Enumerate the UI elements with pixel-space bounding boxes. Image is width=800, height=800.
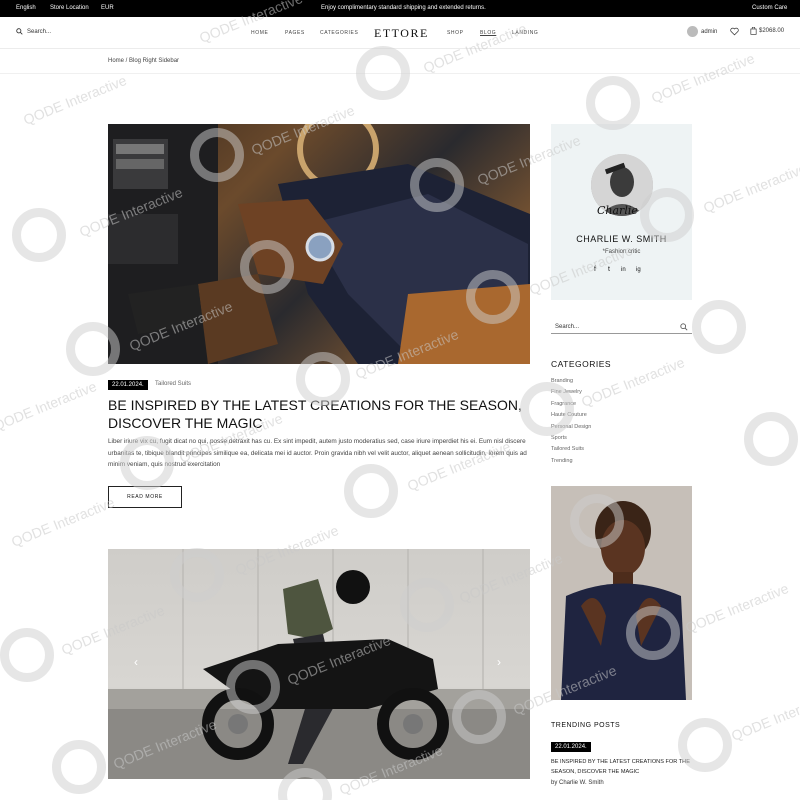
author-signature: Charlie <box>597 204 638 217</box>
author-widget: Charlie CHARLIE W. SMITH *Fashion critic… <box>551 124 692 300</box>
read-more-button[interactable]: READ MORE <box>108 486 182 508</box>
slider-next-arrow[interactable]: › <box>497 655 501 669</box>
nav-shop[interactable]: SHOP <box>447 30 464 36</box>
top-bar: English Store Location EUR Enjoy complim… <box>0 0 800 17</box>
category-item-haute-couture[interactable]: Haute Couture <box>551 410 591 421</box>
breadcrumb: Home / Blog Right Sidebar <box>108 58 180 64</box>
model-portrait-illustration <box>551 486 692 700</box>
avatar <box>687 26 698 37</box>
nav-categories[interactable]: CATEGORIES <box>320 30 358 36</box>
main-header: Search... HOME PAGES CATEGORIES ETTORE S… <box>0 17 800 49</box>
categories-heading: CATEGORIES <box>551 359 612 369</box>
watermark-text: QODE Interactive <box>700 160 800 216</box>
cart-total: $2068.00 <box>759 28 785 34</box>
watermark-logo <box>12 208 66 262</box>
wishlist-heart-icon[interactable] <box>730 27 739 36</box>
post-gallery-slider[interactable] <box>108 549 530 779</box>
category-item-trending[interactable]: Trending <box>551 456 591 467</box>
store-location-link[interactable]: Store Location <box>50 5 89 11</box>
instagram-icon[interactable]: ig <box>636 267 641 273</box>
watermark-text: QODE Interactive <box>8 494 117 550</box>
car-interior-illustration <box>108 124 530 364</box>
post-excerpt: Liber iriure vix cu, fugit dicat no qui,… <box>108 438 527 468</box>
author-role: *Fashion critic <box>602 249 641 255</box>
watermark-logo <box>0 628 54 682</box>
cart-button[interactable]: $2068.00 <box>750 27 784 35</box>
trending-posts-heading: TRENDING POSTS <box>551 722 621 729</box>
watermark-text: QODE Interactive <box>682 580 791 636</box>
watermark-text: QODE Interactive <box>648 50 757 106</box>
watermark-logo <box>692 300 746 354</box>
trending-date-badge: 22.01.2024. <box>551 742 591 752</box>
category-item-fragrance[interactable]: Fragrance <box>551 399 591 410</box>
divider <box>0 73 800 74</box>
user-account[interactable]: admin <box>687 26 717 37</box>
user-name: admin <box>701 28 718 35</box>
watermark-logo <box>52 740 106 794</box>
category-item-personal-design[interactable]: Personal Design <box>551 422 591 433</box>
watermark-text: QODE Interactive <box>20 72 129 128</box>
sidebar-banner-image[interactable] <box>551 486 692 700</box>
post-date-badge: 22.01.2024. <box>108 380 148 390</box>
watermark-text: QODE Interactive <box>0 378 99 434</box>
search-label: Search... <box>27 28 52 35</box>
nav-pages[interactable]: PAGES <box>285 30 305 36</box>
sidebar-search-input[interactable]: Search... <box>551 320 692 334</box>
nav-blog[interactable]: BLOG <box>480 30 496 36</box>
post-category-link[interactable]: Tailored Suits <box>155 381 191 387</box>
category-item-fine-jewelry[interactable]: Fine Jewelry <box>551 387 591 398</box>
promo-text: Enjoy complimentary standard shipping an… <box>321 5 486 11</box>
categories-list: Branding Fine Jewelry Fragrance Haute Co… <box>551 376 591 467</box>
watermark-logo <box>586 76 640 130</box>
category-item-tailored-suits[interactable]: Tailored Suits <box>551 444 591 455</box>
slider-prev-arrow[interactable]: ‹ <box>134 655 138 669</box>
shopping-bag-icon <box>750 27 757 35</box>
nav-landing[interactable]: LANDING <box>512 30 538 36</box>
linkedin-icon[interactable]: in <box>621 267 626 273</box>
nav-home[interactable]: HOME <box>251 30 268 36</box>
sidebar-search-placeholder: Search... <box>555 324 580 330</box>
twitter-icon[interactable]: t <box>608 266 610 273</box>
category-item-branding[interactable]: Branding <box>551 376 591 387</box>
category-item-sports[interactable]: Sports <box>551 433 591 444</box>
site-logo[interactable]: ETTORE <box>374 26 429 41</box>
post-featured-image[interactable] <box>108 124 530 364</box>
custom-care-link[interactable]: Custom Care <box>752 5 787 11</box>
author-name: CHARLIE W. SMITH <box>576 234 667 244</box>
watermark-text: QODE Interactive <box>728 688 800 744</box>
facebook-icon[interactable]: f <box>594 266 596 273</box>
search-icon <box>16 28 23 35</box>
trending-post-author[interactable]: by Charlie W. Smith <box>551 780 604 786</box>
trending-post-title[interactable]: BE INSPIRED BY THE LATEST CREATIONS FOR … <box>551 758 691 777</box>
currency-selector[interactable]: EUR <box>101 5 114 11</box>
watermark-logo <box>344 464 398 518</box>
language-selector[interactable]: English <box>16 5 36 11</box>
header-search[interactable]: Search... <box>16 28 51 35</box>
post-title[interactable]: BE INSPIRED BY THE LATEST CREATIONS FOR … <box>108 396 538 432</box>
watermark-logo <box>744 412 798 466</box>
motorcycle-illustration <box>108 549 530 779</box>
search-icon[interactable] <box>680 323 688 331</box>
